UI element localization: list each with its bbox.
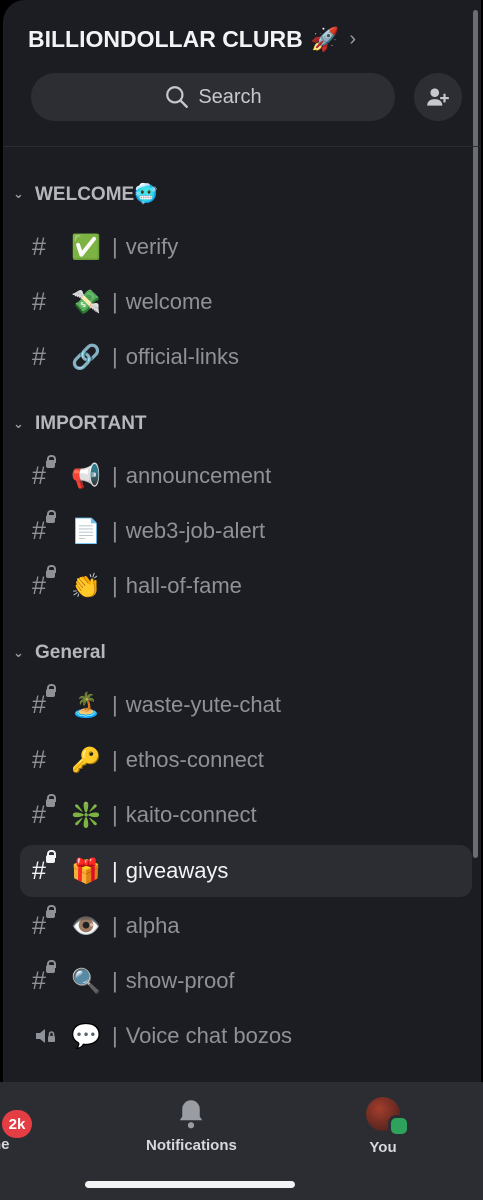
chevron-down-icon: ⌄ <box>13 645 24 660</box>
chevron-down-icon: ⌄ <box>13 416 24 431</box>
category-label: WELCOME🥶 <box>35 184 158 205</box>
notifications-label: Notifications <box>146 1137 237 1154</box>
locked-channel-icon: # <box>32 959 58 994</box>
clapping-emoji: 👏 <box>71 572 101 600</box>
text-channel-icon: # <box>32 287 46 316</box>
channel-name: kaito-connect <box>125 802 257 827</box>
locked-channel-icon: # <box>32 904 58 939</box>
channel-giveaways[interactable]: # 🎁 | giveaways <box>20 845 472 897</box>
chevron-down-icon: ⌄ <box>13 186 24 201</box>
channel-name: web3-job-alert <box>125 518 266 543</box>
scrollbar[interactable] <box>473 10 478 858</box>
speech-bubble-emoji: 💬 <box>71 1022 101 1050</box>
locked-channel-icon: # <box>32 454 58 489</box>
avatar <box>366 1097 410 1137</box>
channel-alpha[interactable]: # 👁️ | alpha <box>20 900 472 952</box>
magnifier-emoji: 🔍 <box>71 967 101 995</box>
text-channel-icon: # <box>32 745 46 774</box>
category-important[interactable]: ⌄ IMPORTANT <box>13 413 147 435</box>
channel-kaito-connect[interactable]: # ❇️ | kaito-connect <box>20 789 472 841</box>
chevron-right-icon: › <box>349 28 356 50</box>
money-emoji: 💸 <box>71 288 101 316</box>
locked-channel-icon: # <box>32 564 58 599</box>
channel-name: welcome <box>125 289 213 314</box>
channel-official-links[interactable]: # 🔗 | official-links <box>20 331 472 383</box>
gift-emoji: 🎁 <box>71 857 101 885</box>
text-channel-icon: # <box>32 232 46 261</box>
channel-list-panel: BILLIONDOLLAR CLURB 🚀 › Search ⌄ WELCOME… <box>3 0 481 1082</box>
bell-icon <box>180 1100 203 1129</box>
server-name: BILLIONDOLLAR CLURB <box>28 26 303 52</box>
search-button[interactable]: Search <box>31 73 395 121</box>
add-user-icon <box>427 88 449 106</box>
channel-ethos-connect[interactable]: # 🔑 | ethos-connect <box>20 734 472 786</box>
rocket-icon: 🚀 <box>310 26 340 52</box>
channel-name: show-proof <box>125 968 235 993</box>
home-unread-badge: 2k <box>2 1110 32 1138</box>
channel-hall-of-fame[interactable]: # 👏 | hall-of-fame <box>20 560 472 612</box>
channel-verify[interactable]: # ✅ | verify <box>20 221 472 273</box>
channel-name: waste-yute-chat <box>125 692 282 717</box>
channel-name: announcement <box>125 463 272 488</box>
search-label: Search <box>198 85 262 108</box>
channel-waste-yute-chat[interactable]: # 🏝️ | waste-yute-chat <box>20 679 472 731</box>
server-header[interactable]: BILLIONDOLLAR CLURB 🚀 › <box>28 26 356 53</box>
tab-notifications[interactable]: Notifications <box>146 1097 237 1154</box>
channel-name: giveaways <box>125 858 229 883</box>
header-divider <box>3 146 481 147</box>
channel-web3-job-alert[interactable]: # 📄 | web3-job-alert <box>20 505 472 557</box>
document-emoji: 📄 <box>71 517 101 545</box>
channel-name: official-links <box>125 344 240 369</box>
locked-channel-icon: # <box>32 849 58 884</box>
channel-name: Voice chat bozos <box>125 1023 293 1048</box>
tab-you[interactable]: You <box>366 1097 410 1156</box>
eye-emoji: 👁️ <box>71 912 101 940</box>
tab-home-label[interactable]: ne <box>0 1136 10 1153</box>
link-emoji: 🔗 <box>71 343 101 371</box>
home-indicator[interactable] <box>85 1181 295 1188</box>
checkmark-emoji: ✅ <box>71 233 101 261</box>
category-label: General <box>35 642 106 663</box>
channel-name: ethos-connect <box>125 747 264 772</box>
locked-channel-icon: # <box>32 509 58 544</box>
island-emoji: 🏝️ <box>71 691 101 719</box>
channel-welcome[interactable]: # 💸 | welcome <box>20 276 472 328</box>
text-channel-icon: # <box>32 342 46 371</box>
sparkle-emoji: ❇️ <box>71 801 101 829</box>
invite-members-button[interactable] <box>414 73 462 121</box>
you-label: You <box>369 1139 397 1156</box>
channel-name: hall-of-fame <box>125 573 242 598</box>
channel-voice-chat-bozos[interactable]: 💬 | Voice chat bozos <box>20 1010 472 1062</box>
channel-show-proof[interactable]: # 🔍 | show-proof <box>20 955 472 1007</box>
search-icon <box>166 86 189 108</box>
key-emoji: 🔑 <box>71 746 101 774</box>
online-status-dot <box>388 1115 410 1137</box>
category-label: IMPORTANT <box>35 413 147 434</box>
category-welcome[interactable]: ⌄ WELCOME🥶 <box>13 182 158 206</box>
channel-announcement[interactable]: # 📢 | announcement <box>20 450 472 502</box>
locked-channel-icon: # <box>32 793 58 828</box>
locked-voice-channel-icon <box>36 1029 55 1043</box>
megaphone-emoji: 📢 <box>71 462 101 490</box>
locked-channel-icon: # <box>32 683 58 718</box>
category-general[interactable]: ⌄ General <box>13 642 106 664</box>
channel-name: alpha <box>125 913 180 938</box>
channel-name: verify <box>125 234 179 259</box>
